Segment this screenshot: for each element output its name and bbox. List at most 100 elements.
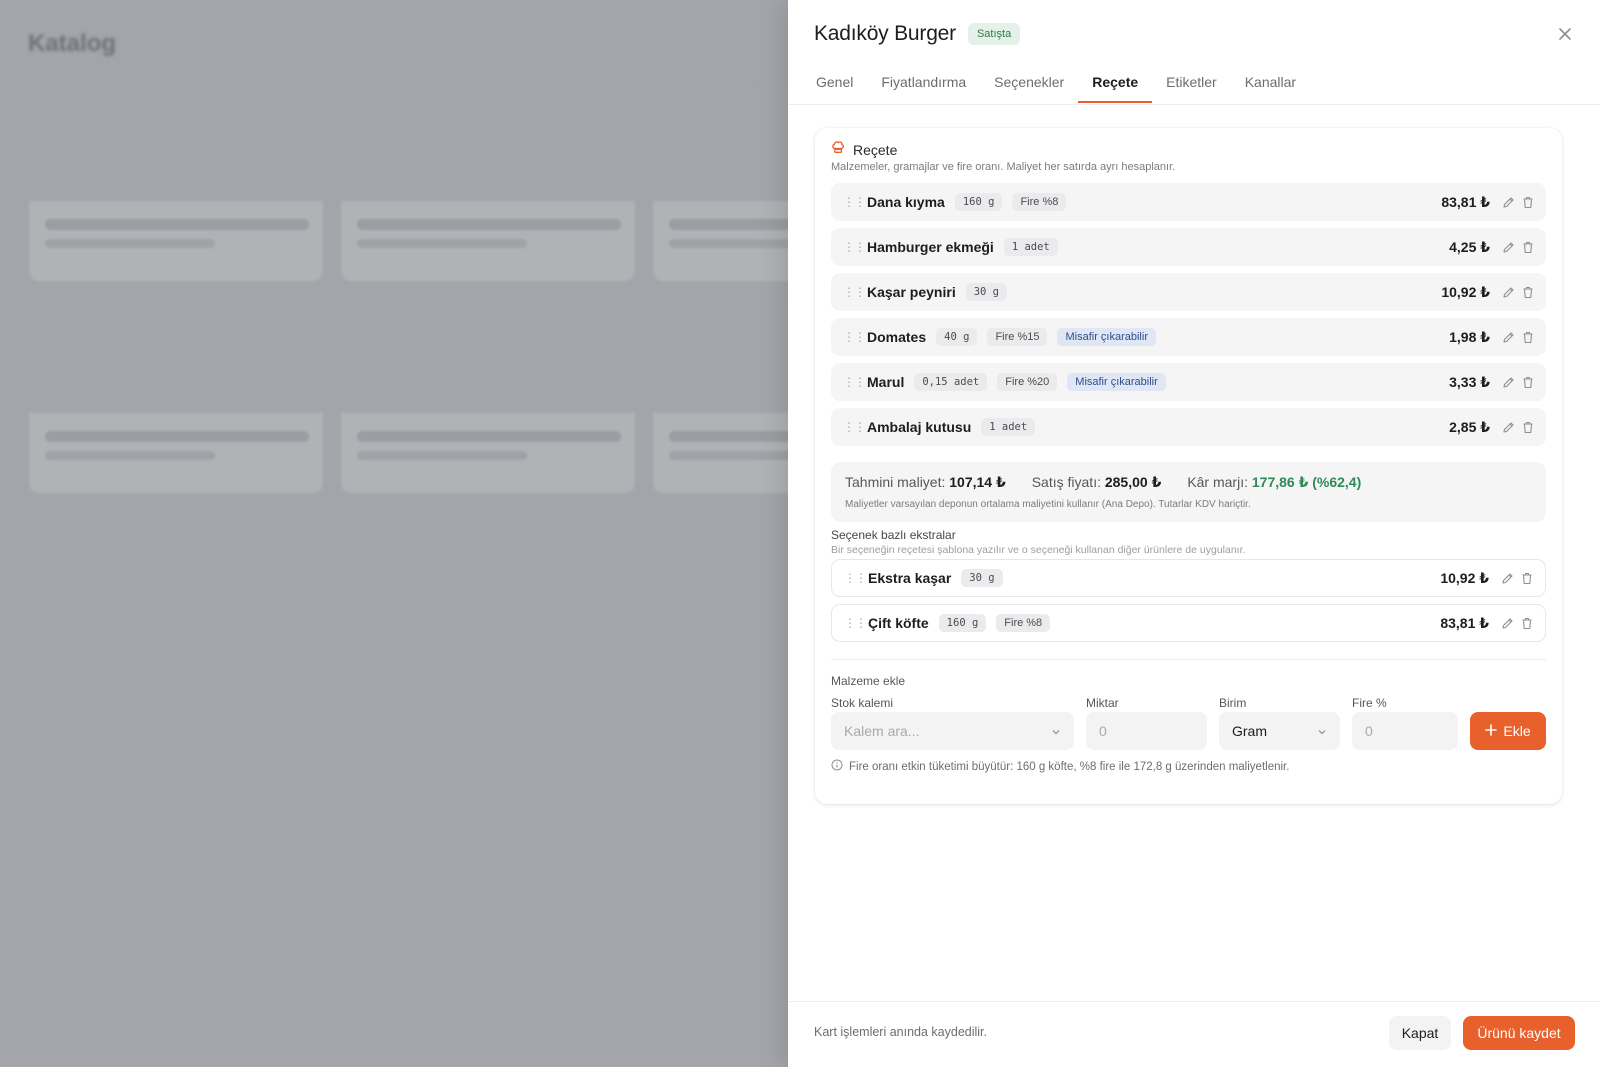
- tab-kanallar[interactable]: Kanallar: [1231, 64, 1310, 102]
- drag-handle-icon[interactable]: ⋮⋮: [844, 617, 867, 629]
- edit-icon[interactable]: [1500, 374, 1516, 390]
- sale-price: Satış fiyatı: 285,00 ₺: [1031, 474, 1162, 490]
- extra-cost: 83,81 ₺: [1440, 614, 1489, 631]
- trash-icon[interactable]: [1520, 194, 1536, 210]
- drag-handle-icon[interactable]: ⋮⋮: [843, 331, 866, 343]
- unit-label: Birim: [1219, 696, 1247, 710]
- fire-input[interactable]: 0: [1352, 712, 1458, 750]
- tab-fiyatlandirma[interactable]: Fiyatlandırma: [867, 64, 980, 102]
- status-badge: Satışta: [967, 23, 1021, 45]
- ingredient-name: Domates: [867, 329, 927, 345]
- quantity-chip: 160 g: [938, 614, 987, 632]
- extra-row[interactable]: ⋮⋮ Çift köfte 160 g Fire %8 83,81 ₺: [831, 604, 1546, 642]
- extra-row[interactable]: ⋮⋮ Ekstra kaşar 30 g 10,92 ₺: [831, 559, 1546, 597]
- add-ingredient-button[interactable]: Ekle: [1470, 712, 1546, 750]
- extra-cost: 10,92 ₺: [1440, 569, 1489, 586]
- stock-item-select[interactable]: Kalem ara...: [831, 712, 1074, 750]
- ingredient-cost: 2,85 ₺: [1449, 418, 1490, 435]
- edit-icon[interactable]: [1500, 194, 1516, 210]
- recipe-card: Reçete Malzemeler, gramajlar ve fire ora…: [815, 128, 1562, 804]
- ingredient-cost: 1,98 ₺: [1449, 328, 1490, 345]
- fire-hint: Fire oranı etkin tüketimi büyütür: 160 g…: [831, 759, 1289, 774]
- extras-title: Seçenek bazlı ekstralar: [831, 528, 956, 542]
- close-button[interactable]: Kapat: [1389, 1016, 1451, 1050]
- drag-handle-icon[interactable]: ⋮⋮: [843, 241, 866, 253]
- ingredient-cost: 10,92 ₺: [1441, 283, 1490, 300]
- ingredient-cost: 3,33 ₺: [1449, 373, 1490, 390]
- drag-handle-icon[interactable]: ⋮⋮: [843, 286, 866, 298]
- ingredient-row[interactable]: ⋮⋮ Kaşar peyniri 30 g 10,92 ₺: [831, 273, 1546, 311]
- edit-icon[interactable]: [1499, 570, 1515, 586]
- tab-secenekler[interactable]: Seçenekler: [980, 64, 1078, 102]
- ingredient-row[interactable]: ⋮⋮ Dana kıyma 160 g Fire %8 83,81 ₺: [831, 183, 1546, 221]
- close-icon[interactable]: [1554, 24, 1576, 46]
- info-icon: [831, 759, 843, 774]
- section-divider: [831, 659, 1546, 660]
- quantity-chip: 40 g: [936, 328, 978, 346]
- drag-handle-icon[interactable]: ⋮⋮: [844, 572, 867, 584]
- edit-icon[interactable]: [1499, 615, 1515, 631]
- chevron-down-icon: [1050, 725, 1062, 737]
- removable-badge: Misafir çıkarabilir: [1057, 328, 1156, 346]
- catalog-card-placeholder: [653, 89, 788, 281]
- trash-icon[interactable]: [1519, 615, 1535, 631]
- quantity-chip: 30 g: [961, 569, 1003, 587]
- chevron-down-icon: [1316, 725, 1328, 737]
- drag-handle-icon[interactable]: ⋮⋮: [843, 376, 866, 388]
- ingredient-row[interactable]: ⋮⋮ Marul 0,15 adet Fire %20 Misafir çıka…: [831, 363, 1546, 401]
- tab-bar: Genel Fiyatlandırma Seçenekler Reçete Et…: [802, 64, 1310, 103]
- plus-icon: [1485, 723, 1498, 739]
- ingredient-name: Ambalaj kutusu: [867, 419, 972, 435]
- ingredient-row[interactable]: ⋮⋮ Domates 40 g Fire %15 Misafir çıkarab…: [831, 318, 1546, 356]
- tab-recete[interactable]: Reçete: [1078, 64, 1153, 103]
- drag-handle-icon[interactable]: ⋮⋮: [843, 421, 866, 433]
- catalog-card-placeholder: [29, 301, 323, 493]
- add-ingredient-title: Malzeme ekle: [831, 674, 906, 688]
- quantity-chip: 1 adet: [1003, 238, 1058, 256]
- trash-icon[interactable]: [1519, 570, 1535, 586]
- fire-label: Fire %: [1352, 696, 1387, 710]
- quantity-input[interactable]: 0: [1086, 712, 1207, 750]
- ingredient-row[interactable]: ⋮⋮ Ambalaj kutusu 1 adet 2,85 ₺: [831, 408, 1546, 446]
- ingredient-cost: 4,25 ₺: [1449, 238, 1490, 255]
- extras-subtitle: Bir seçeneğin reçetesi şablona yazılır v…: [831, 544, 1246, 556]
- quantity-chip: 0,15 adet: [914, 373, 988, 391]
- catalog-title: Katalog: [28, 30, 117, 57]
- autosave-note: Kart işlemleri anında kaydedilir.: [814, 1025, 987, 1039]
- edit-icon[interactable]: [1500, 284, 1516, 300]
- product-title: Kadıköy Burger: [814, 22, 956, 45]
- fire-chip: Fire %20: [997, 373, 1058, 391]
- trash-icon[interactable]: [1520, 329, 1536, 345]
- ingredient-cost: 83,81 ₺: [1441, 193, 1490, 210]
- chef-hat-icon: [831, 140, 845, 159]
- stock-label: Stok kalemi: [831, 696, 894, 710]
- trash-icon[interactable]: [1520, 419, 1536, 435]
- profit-margin: Kâr marjı: 177,86 ₺ (%62,4): [1187, 474, 1362, 490]
- edit-icon[interactable]: [1500, 419, 1516, 435]
- product-drawer: Kadıköy Burger Satışta Genel Fiyatlandır…: [788, 0, 1600, 1067]
- trash-icon[interactable]: [1520, 239, 1536, 255]
- extra-name: Çift köfte: [868, 615, 929, 631]
- unit-select[interactable]: Gram: [1219, 712, 1340, 750]
- tab-etiketler[interactable]: Etiketler: [1152, 64, 1231, 102]
- ingredient-row[interactable]: ⋮⋮ Hamburger ekmeği 1 adet 4,25 ₺: [831, 228, 1546, 266]
- save-product-button[interactable]: Ürünü kaydet: [1463, 1016, 1575, 1050]
- tab-genel[interactable]: Genel: [802, 64, 867, 102]
- recipe-header: Reçete: [831, 140, 897, 159]
- trash-icon[interactable]: [1520, 374, 1536, 390]
- edit-icon[interactable]: [1500, 329, 1516, 345]
- recipe-title: Reçete: [853, 141, 898, 158]
- ingredient-name: Kaşar peyniri: [867, 284, 956, 300]
- edit-icon[interactable]: [1500, 239, 1516, 255]
- catalog-card-placeholder: [29, 89, 323, 281]
- fire-chip: Fire %8: [1012, 193, 1067, 211]
- cost-summary: Tahmini maliyet: 107,14 ₺ Satış fiyatı: …: [831, 462, 1546, 522]
- quantity-label: Miktar: [1086, 696, 1119, 710]
- tab-divider: [788, 104, 1600, 105]
- drag-handle-icon[interactable]: ⋮⋮: [843, 196, 866, 208]
- catalog-card-placeholder: [341, 301, 635, 493]
- trash-icon[interactable]: [1520, 284, 1536, 300]
- removable-badge: Misafir çıkarabilir: [1067, 373, 1166, 391]
- footer-divider: [788, 1001, 1600, 1002]
- ingredient-name: Marul: [867, 374, 905, 390]
